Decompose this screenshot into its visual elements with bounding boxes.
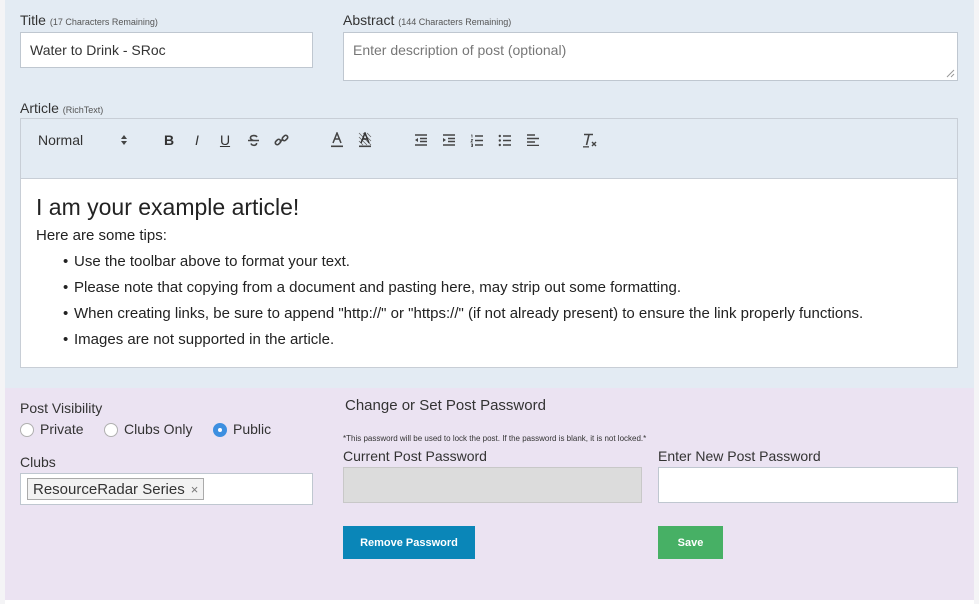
list-item: Use the toolbar above to format your tex…	[63, 253, 947, 270]
link-button[interactable]	[273, 131, 289, 149]
clubs-select[interactable]: ResourceRadar Series ×	[20, 473, 313, 505]
article-intro: Here are some tips:	[36, 227, 167, 244]
remove-club-icon[interactable]: ×	[191, 482, 199, 497]
abstract-remaining-hint: (144 Characters Remaining)	[398, 17, 512, 27]
club-tag-label: ResourceRadar Series	[33, 480, 185, 498]
visibility-radio-private[interactable]	[20, 423, 34, 437]
abstract-textarea[interactable]: Enter description of post (optional)	[343, 32, 958, 81]
align-icon	[527, 134, 539, 146]
current-password-label: Current Post Password	[343, 448, 487, 464]
background-color-button[interactable]	[357, 131, 373, 149]
new-password-input[interactable]	[658, 467, 958, 503]
background-color-icon	[358, 132, 372, 148]
clear-format-button[interactable]	[581, 131, 599, 149]
strike-button[interactable]	[245, 131, 261, 149]
select-arrows-icon	[121, 135, 127, 145]
page-edge-right	[974, 0, 979, 604]
article-label: Article (RichText)	[20, 100, 104, 116]
font-color-button[interactable]	[329, 131, 345, 149]
article-heading: I am your example article!	[36, 194, 300, 220]
abstract-label: Abstract (144 Characters Remaining)	[343, 12, 512, 28]
title-label: Title (17 Characters Remaining)	[20, 12, 158, 28]
article-richtext-hint: (RichText)	[62, 105, 104, 115]
indent-icon	[443, 134, 455, 146]
visibility-option-public[interactable]: Public	[233, 421, 271, 437]
ordered-list-icon	[470, 134, 483, 147]
clear-format-icon	[583, 133, 597, 147]
format-select-value: Normal	[38, 132, 84, 148]
clubs-label: Clubs	[20, 454, 56, 470]
visibility-option-clubs-only[interactable]: Clubs Only	[124, 421, 192, 437]
indent-button[interactable]	[441, 131, 457, 149]
resize-handle-icon[interactable]	[946, 69, 955, 78]
password-heading: Change or Set Post Password	[345, 397, 546, 414]
underline-button[interactable]: U	[217, 131, 233, 149]
new-password-label: Enter New Post Password	[658, 448, 821, 464]
article-editor[interactable]: Normal B I U I am your example article! …	[20, 118, 958, 368]
italic-button[interactable]: I	[189, 131, 205, 149]
password-note: *This password will be used to lock the …	[343, 434, 647, 443]
link-icon	[273, 133, 289, 146]
list-item: Please note that copying from a document…	[63, 279, 947, 296]
align-button[interactable]	[525, 131, 541, 149]
title-input-value: Water to Drink - SRoc	[30, 42, 166, 58]
list-item: When creating links, be sure to append "…	[63, 305, 947, 322]
strike-icon	[247, 134, 259, 146]
visibility-radio-public[interactable]	[213, 423, 227, 437]
bold-button[interactable]: B	[161, 131, 177, 149]
format-select[interactable]: Normal	[38, 131, 128, 149]
club-tag: ResourceRadar Series ×	[27, 478, 205, 500]
list-item: Images are not supported in the article.	[63, 331, 947, 348]
visibility-option-private[interactable]: Private	[40, 421, 84, 437]
ordered-list-button[interactable]	[469, 131, 485, 149]
font-color-icon	[331, 132, 343, 148]
visibility-radio-clubs-only[interactable]	[104, 423, 118, 437]
bullet-list-icon	[498, 134, 511, 146]
save-button[interactable]: Save	[658, 526, 723, 559]
outdent-icon	[415, 134, 427, 146]
editor-toolbar: Normal B I U	[21, 119, 957, 179]
bullet-list-button[interactable]	[497, 131, 513, 149]
tips-list: Use the toolbar above to format your tex…	[36, 253, 947, 348]
abstract-placeholder: Enter description of post (optional)	[353, 42, 567, 58]
remove-password-button[interactable]: Remove Password	[343, 526, 475, 559]
title-input[interactable]: Water to Drink - SRoc	[20, 32, 313, 68]
visibility-label: Post Visibility	[20, 400, 103, 416]
current-password-input[interactable]	[343, 467, 642, 503]
title-remaining-hint: (17 Characters Remaining)	[49, 17, 158, 27]
outdent-button[interactable]	[413, 131, 429, 149]
editor-content[interactable]: I am your example article! Here are some…	[36, 194, 947, 357]
